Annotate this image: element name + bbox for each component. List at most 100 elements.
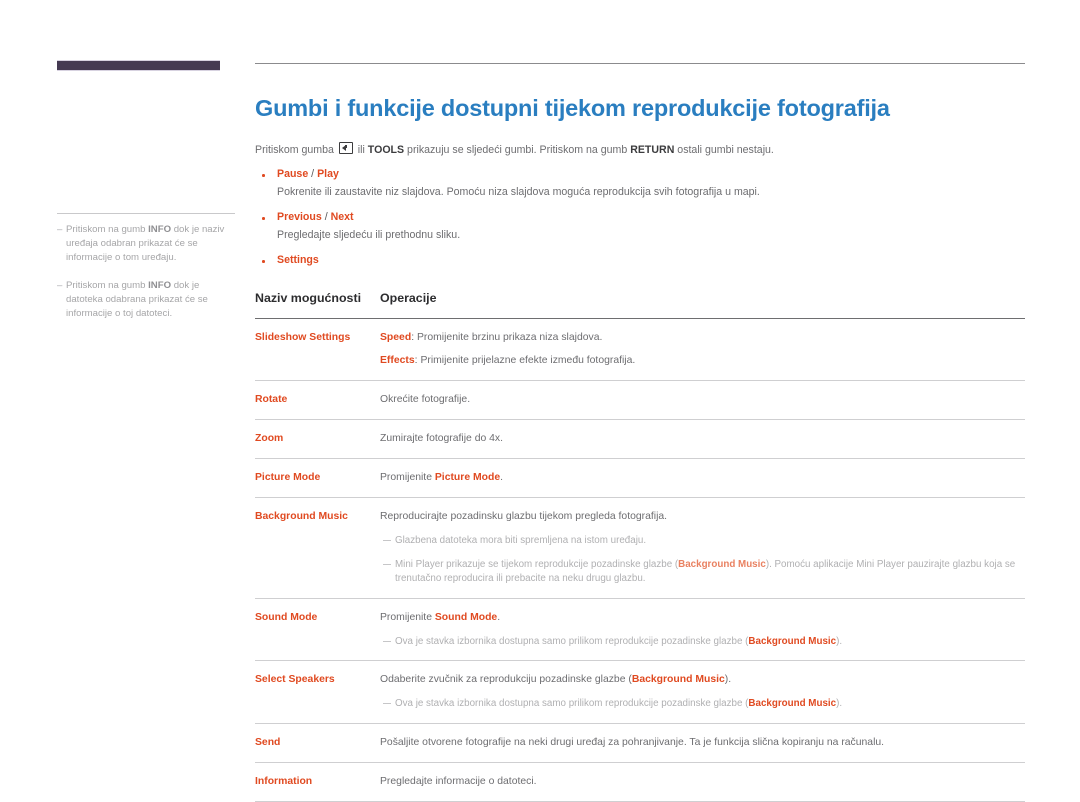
em-dash-marker <box>383 540 391 541</box>
bullet-heading-a: Previous <box>277 211 322 223</box>
row-description: Promijenite Picture Mode. <box>378 458 1025 498</box>
enter-key-icon <box>338 142 353 154</box>
options-table: Naziv mogućnosti Operacije Slideshow Set… <box>255 288 1025 802</box>
intro-part-3: prikazuju se sljedeći gumbi. Pritiskom n… <box>404 144 631 156</box>
desc-line: Reproducirajte pozadinsku glazbu tijekom… <box>380 509 1017 525</box>
bullet-separator: / <box>321 211 331 223</box>
rail-accent-bar <box>57 60 220 71</box>
desc-text: Reproducirajte pozadinsku glazbu tijekom… <box>380 511 668 522</box>
sub-note-bold: Background Music <box>748 698 837 709</box>
desc-text: Pregledajte informacije o datoteci. <box>380 775 537 787</box>
table-row: Picture Mode Promijenite Picture Mode. <box>255 458 1025 498</box>
intro-bold-return: RETURN <box>630 144 675 156</box>
button-list: Pause / Play Pokrenite ili zaustavite ni… <box>255 167 1025 268</box>
intro-part-2: ili <box>354 144 368 156</box>
desc-tail-bold: Sound Mode <box>434 611 498 623</box>
sub-note: Mini Player prikazuje se tijekom reprodu… <box>380 558 1017 587</box>
desc-line: Zumirajte fotografije do 4x. <box>380 431 1017 447</box>
rail-note-text-before: Pritiskom na gumb <box>66 279 149 291</box>
table-row: Send Pošaljite otvorene fotografije na n… <box>255 723 1025 763</box>
list-item: Previous / Next Pregledajte sljedeću ili… <box>255 210 1025 243</box>
rail-note: – Pritiskom na gumb INFO dok je naziv ur… <box>57 223 235 266</box>
desc-line: Pregledajte informacije o datoteci. <box>380 774 1017 790</box>
desc-line: Speed: Promijenite brzinu prikaza niza s… <box>380 330 1017 346</box>
row-name: Select Speakers <box>255 660 378 724</box>
row-description: Promijenite Sound Mode. Ova je stavka iz… <box>378 598 1025 661</box>
row-description: Pošaljite otvorene fotografije na neki d… <box>378 723 1025 763</box>
rail-note-text: Pritiskom na gumb INFO dok je datoteka o… <box>66 279 235 322</box>
desc-line: Odaberite zvučnik za reprodukciju pozadi… <box>380 672 1017 688</box>
bullet-heading-a: Pause <box>277 168 309 180</box>
desc-text: Promijenite brzinu prikaza niza slajdova… <box>416 332 603 343</box>
sub-note-bold: Background Music <box>748 635 837 647</box>
sub-note-text: Mini Player prikazuje se tijekom reprodu… <box>395 558 1017 587</box>
sub-note-text: Glazbena datoteka mora biti spremljena n… <box>395 535 647 546</box>
sub-note-bold: Background Music <box>678 558 766 570</box>
desc-line: Promijenite Picture Mode. <box>380 470 1017 486</box>
column-header-operations: Operacije <box>378 288 1025 319</box>
sub-note: Ova je stavka izbornika dostupna samo pr… <box>380 635 1017 650</box>
desc-tail: . <box>497 611 501 623</box>
rail-note-text: Pritiskom na gumb INFO dok je naziv uređ… <box>66 223 235 266</box>
desc-text: Zumirajte fotografije do 4x. <box>380 433 504 444</box>
rail-note: – Pritiskom na gumb INFO dok je datoteka… <box>57 279 235 322</box>
table-body: Slideshow Settings Speed: Promijenite br… <box>255 318 1025 802</box>
header-rule <box>255 63 1025 64</box>
row-name: Picture Mode <box>255 458 378 498</box>
table-row: Zoom Zumirajte fotografije do 4x. <box>255 419 1025 459</box>
sub-note-text-a: Mini Player prikazuje se tijekom reprodu… <box>395 558 679 570</box>
bullet-heading: Previous / Next <box>277 210 1025 225</box>
desc-tail-bold: Picture Mode <box>434 472 501 483</box>
desc-text: Promijenite <box>380 472 435 483</box>
desc-lead: Effects <box>380 355 415 366</box>
row-name: Background Music <box>255 497 378 599</box>
row-name: Zoom <box>255 419 378 459</box>
rail-notes-list: – Pritiskom na gumb INFO dok je naziv ur… <box>57 213 235 321</box>
row-description: Zumirajte fotografije do 4x. <box>378 419 1025 459</box>
desc-text: Primijenite prijelazne efekte između fot… <box>420 355 636 366</box>
table-header-row: Naziv mogućnosti Operacije <box>255 288 1025 319</box>
desc-line: Promijenite Sound Mode. <box>380 610 1017 626</box>
em-dash-marker <box>383 703 391 704</box>
bullet-heading: Settings <box>277 253 1025 268</box>
bullet-body: Pregledajte sljedeću ili prethodnu sliku… <box>277 229 461 241</box>
row-name: Rotate <box>255 380 378 420</box>
intro-part-4: ostali gumbi nestaju. <box>674 144 774 156</box>
desc-text: Promijenite <box>380 611 435 623</box>
row-name: Information <box>255 762 378 802</box>
row-description: Pregledajte informacije o datoteci. <box>378 762 1025 802</box>
em-dash-marker <box>383 640 391 642</box>
sub-note-text: Ova je stavka izbornika dostupna samo pr… <box>395 697 1017 712</box>
sub-note-text-b: ). <box>836 698 843 709</box>
rail-note-bold: INFO <box>148 224 172 235</box>
desc-text: Okrećite fotografije. <box>380 394 471 405</box>
sub-note-text-b: ). <box>836 635 843 647</box>
desc-lead: Speed <box>380 332 412 343</box>
row-description: Reproducirajte pozadinsku glazbu tijekom… <box>378 497 1025 599</box>
table-row: Information Pregledajte informacije o da… <box>255 762 1025 802</box>
sub-note: Ova je stavka izbornika dostupna samo pr… <box>380 697 1017 712</box>
rail-note-bold: INFO <box>148 279 172 291</box>
document-page: – Pritiskom na gumb INFO dok je naziv ur… <box>0 0 1080 802</box>
desc-line: Effects: Primijenite prijelazne efekte i… <box>380 353 1017 369</box>
table-row: Rotate Okrećite fotografije. <box>255 380 1025 420</box>
rail-note-text-before: Pritiskom na gumb <box>66 224 149 235</box>
left-rail: – Pritiskom na gumb INFO dok je naziv ur… <box>57 60 235 334</box>
dash-marker: – <box>57 224 63 235</box>
list-item: Settings <box>255 253 1025 268</box>
sub-note-text-a: Ova je stavka izbornika dostupna samo pr… <box>395 698 749 709</box>
table-row: Slideshow Settings Speed: Promijenite br… <box>255 318 1025 381</box>
desc-tail-bold: Background Music <box>631 674 725 685</box>
row-name: Send <box>255 723 378 763</box>
desc-tail: ). <box>724 674 732 685</box>
row-description: Okrećite fotografije. <box>378 380 1025 420</box>
desc-line: Pošaljite otvorene fotografije na neki d… <box>380 735 1017 751</box>
desc-tail: . <box>500 472 504 483</box>
em-dash-marker <box>383 563 391 565</box>
list-item: Pause / Play Pokrenite ili zaustavite ni… <box>255 167 1025 200</box>
bullet-heading-b: Next <box>330 211 354 223</box>
sub-note-text-a: Ova je stavka izbornika dostupna samo pr… <box>395 635 749 647</box>
desc-line: Okrećite fotografije. <box>380 392 1017 408</box>
table-row: Background Music Reproducirajte pozadins… <box>255 497 1025 599</box>
desc-text: Pošaljite otvorene fotografije na neki d… <box>380 736 885 748</box>
